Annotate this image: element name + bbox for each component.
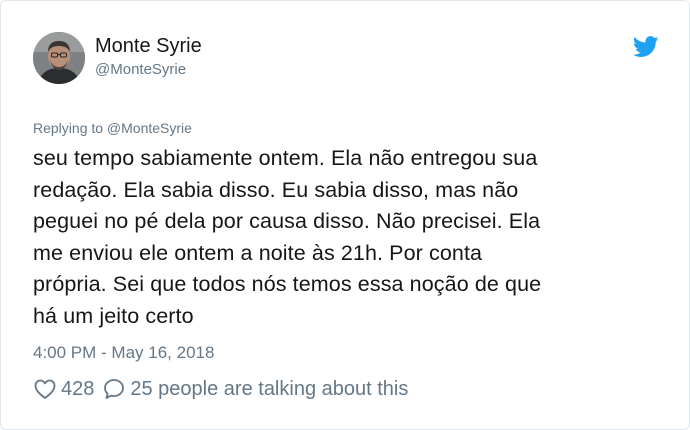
talking-about-count[interactable]: 25 people are talking about this bbox=[130, 378, 408, 401]
heart-icon[interactable] bbox=[33, 377, 57, 401]
tweet-card: Monte Syrie @MonteSyrie Replying to @Mon… bbox=[0, 0, 690, 430]
avatar[interactable] bbox=[33, 32, 85, 84]
speech-bubble-icon[interactable] bbox=[102, 377, 126, 401]
replying-to-label[interactable]: Replying to @MonteSyrie bbox=[33, 120, 192, 136]
twitter-bird-icon[interactable] bbox=[632, 36, 659, 58]
display-name[interactable]: Monte Syrie bbox=[95, 35, 202, 58]
tweet-text-line: seu tempo sabiamente ontem. Ela não entr… bbox=[33, 146, 538, 170]
user-handle[interactable]: @MonteSyrie bbox=[95, 61, 186, 78]
avatar-photo bbox=[33, 32, 85, 84]
like-count[interactable]: 428 bbox=[61, 378, 94, 401]
tweet-text-line: própria. Sei que todos nós temos essa no… bbox=[33, 272, 542, 296]
tweet-text: seu tempo sabiamente ontem. Ela não entr… bbox=[33, 143, 663, 332]
tweet-text-line: há um jeito certo bbox=[33, 303, 194, 328]
engagement-bar: 428 25 people are talking about this bbox=[33, 377, 408, 401]
tweet-timestamp[interactable]: 4:00 PM - May 16, 2018 bbox=[33, 343, 214, 363]
tweet-text-line: peguei no pé dela por causa disso. Não p… bbox=[33, 209, 541, 233]
tweet-text-line: me enviou ele ontem a noite às 21h. Por … bbox=[33, 240, 483, 265]
tweet-text-line: redação. Ela sabia disso. Eu sabia disso… bbox=[33, 177, 519, 202]
